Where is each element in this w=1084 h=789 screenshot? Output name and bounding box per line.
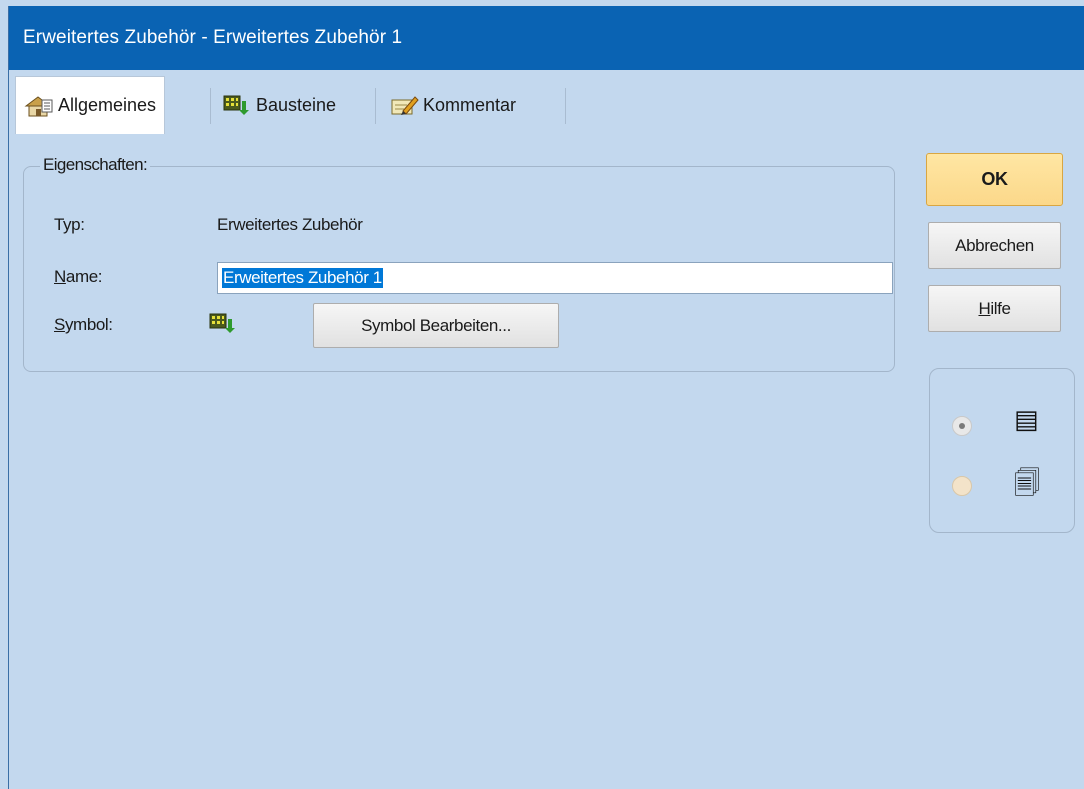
tab-label: Kommentar	[423, 94, 517, 115]
list-view-icon[interactable]: ▤	[1014, 405, 1039, 435]
title-bar: Erweitertes Zubehör - Erweitertes Zubehö…	[9, 6, 1084, 70]
name-label: Name:	[54, 267, 103, 286]
help-button[interactable]: Hilfe	[928, 285, 1061, 332]
tab-allgemeines[interactable]: Allgemeines	[15, 76, 166, 134]
tab-label: Allgemeines	[58, 95, 157, 115]
type-label: Typ:	[54, 215, 85, 234]
multi-window-icon[interactable]: 🗐	[1014, 465, 1040, 509]
view-mode-group: ▤ 🗐	[929, 368, 1075, 533]
house-properties-icon	[24, 94, 54, 118]
name-input[interactable]: Erweitertes Zubehör 1	[217, 262, 893, 294]
list-view-radio[interactable]	[952, 416, 972, 436]
tab-label: Bausteine	[256, 94, 337, 115]
tab-strip: Allgemeines Bausteine Kommentar	[9, 70, 1084, 134]
blocks-icon	[222, 93, 252, 117]
type-value: Erweitertes Zubehör	[217, 215, 363, 234]
tab-kommentar[interactable]: Kommentar	[381, 78, 524, 132]
cancel-button[interactable]: Abbrechen	[928, 222, 1061, 269]
dialog-window: Erweitertes Zubehör - Erweitertes Zubehö…	[8, 6, 1084, 789]
tab-separator	[565, 88, 566, 124]
ok-button[interactable]: OK	[926, 153, 1063, 206]
blocks-icon	[208, 311, 238, 340]
edit-symbol-button[interactable]: Symbol Bearbeiten...	[313, 303, 559, 348]
name-input-value: Erweitertes Zubehör 1	[222, 268, 383, 288]
tab-separator	[375, 88, 376, 124]
tab-separator	[210, 88, 211, 124]
properties-group: Eigenschaften: Typ: Erweitertes Zubehör …	[23, 155, 895, 372]
multi-window-radio[interactable]	[952, 476, 972, 496]
window-title: Erweitertes Zubehör - Erweitertes Zubehö…	[23, 27, 403, 48]
comment-edit-icon	[389, 93, 419, 117]
symbol-label: Symbol:	[54, 315, 113, 334]
tab-bausteine[interactable]: Bausteine	[214, 78, 344, 132]
group-label: Eigenschaften:	[40, 155, 151, 175]
